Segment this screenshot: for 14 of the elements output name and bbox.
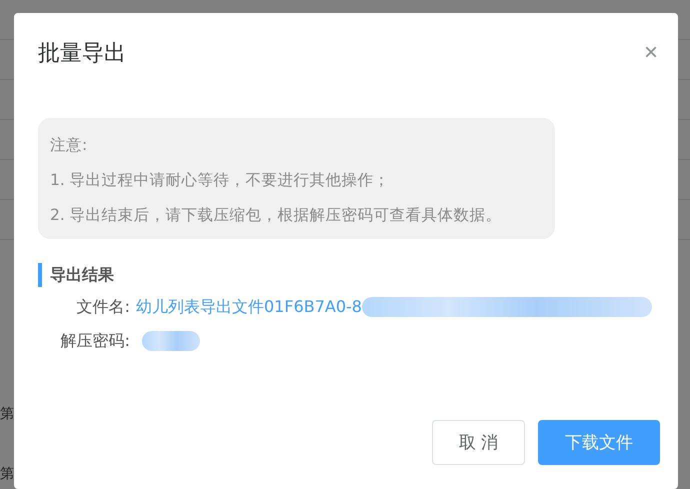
row-label: 第 (0, 465, 14, 484)
dialog-title: 批量导出 (38, 40, 126, 68)
section-heading: 导出结果 (50, 264, 114, 286)
notice-text: 1. 导出过程中请耐心等待，不要进行其他操作； (50, 170, 391, 191)
file-name-link[interactable]: 幼儿列表导出文件01F6B7A0-8 (136, 296, 362, 318)
cancel-button[interactable]: 取 消 (432, 420, 525, 465)
download-button[interactable]: 下载文件 (538, 420, 660, 465)
notice-text: 2. 导出结束后，请下载压缩包，根据解压密码可查看具体数据。 (50, 205, 503, 226)
row-label: 第 (0, 405, 14, 424)
close-button[interactable]: × (644, 41, 658, 65)
notice-heading: 注意: (50, 135, 88, 156)
section-accent-bar (38, 263, 42, 287)
field-label: 解压密码: (60, 330, 131, 352)
field-label: 文件名: (76, 296, 131, 318)
